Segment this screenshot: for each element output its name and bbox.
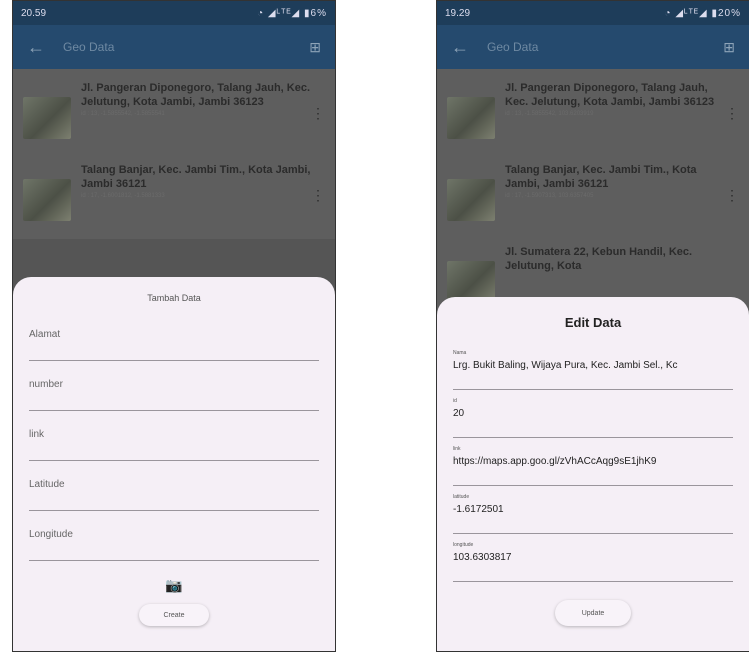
back-arrow-icon[interactable]: ←	[451, 37, 475, 58]
add-data-icon[interactable]: ⊞	[309, 39, 321, 56]
list-item-title: Jl. Pangeran Diponegoro, Talang Jauh, Ke…	[505, 82, 715, 108]
field-value: Lrg. Bukit Baling, Wijaya Pura, Kec. Jam…	[453, 360, 678, 371]
list-item-title: Talang Banjar, Kec. Jambi Tim., Kota Jam…	[81, 164, 311, 190]
list-item[interactable]: Talang Banjar, Kec. Jambi Tim., Kota Jam…	[13, 157, 335, 239]
list-item[interactable]: Jl. Pangeran Diponegoro, Talang Jauh, Ke…	[13, 75, 335, 157]
field-label: id	[453, 398, 457, 404]
app-bar: ← Geo Data ⊞	[13, 25, 335, 69]
back-arrow-icon[interactable]: ←	[27, 37, 51, 58]
list-item-title: Jl. Pangeran Diponegoro, Talang Jauh, Ke…	[81, 82, 311, 108]
more-vert-icon[interactable]: ⋮	[311, 187, 325, 204]
list-item-subtitle: id : 13, -1.5855542, 103.6203919	[505, 111, 594, 117]
add-data-icon[interactable]: ⊞	[723, 39, 735, 56]
edit-data-sheet: Edit Data Nama Lrg. Bukit Baling, Wijaya…	[437, 297, 749, 651]
app-bar-title: Geo Data	[487, 40, 539, 54]
status-time: 19.29	[445, 7, 471, 19]
more-vert-icon[interactable]: ⋮	[311, 105, 325, 122]
camera-icon[interactable]: 📷	[13, 577, 335, 594]
field-label: latitude	[453, 494, 470, 500]
field-value: https://maps.app.goo.gl/zVhACcAqg9sE1jhK…	[453, 456, 657, 467]
longitude-field[interactable]: Longitude	[29, 511, 319, 561]
list-item-title: Talang Banjar, Kec. Jambi Tim., Kota Jam…	[505, 164, 697, 190]
list-item[interactable]: Talang Banjar, Kec. Jambi Tim., Kota Jam…	[437, 157, 749, 239]
app-bar: ← Geo Data ⊞	[437, 25, 749, 69]
latitude-field[interactable]: Latitude	[29, 461, 319, 511]
link-field[interactable]: link	[29, 411, 319, 461]
status-bar: 20.59 ◔ ◢ᴸᵀᴱ◢ ▮6%	[13, 1, 335, 25]
location-thumbnail	[447, 179, 495, 221]
field-value: -1.6172501	[453, 504, 504, 515]
id-field[interactable]: id 20	[453, 390, 733, 438]
sheet-title: Edit Data	[564, 315, 622, 330]
location-list: Jl. Pangeran Diponegoro, Talang Jauh, Ke…	[437, 69, 749, 321]
add-data-sheet: Tambah Data Alamat number link Latitude …	[13, 277, 335, 651]
link-field[interactable]: link https://maps.app.goo.gl/zVhACcAqg9s…	[453, 438, 733, 486]
phone-screen-edit: 19.29 ◔ ◢ᴸᵀᴱ◢ ▮20% ← Geo Data ⊞ Jl. Pang…	[436, 0, 749, 652]
more-vert-icon[interactable]: ⋮	[725, 105, 739, 122]
field-value: 103.6303817	[453, 552, 512, 563]
field-label: longitude	[453, 542, 474, 548]
location-thumbnail	[447, 97, 495, 139]
status-time: 20.59	[21, 7, 47, 19]
field-label: link	[453, 446, 461, 452]
status-icons: ◔ ◢ᴸᵀᴱ◢ ▮20%	[664, 7, 741, 19]
nama-field[interactable]: Nama Lrg. Bukit Baling, Wijaya Pura, Kec…	[453, 342, 733, 390]
field-value: 20	[453, 408, 465, 419]
list-item-subtitle: id : 17, -1.5907313, 103.6357405	[505, 193, 594, 199]
status-icons: ◔ ◢ᴸᵀᴱ◢ ▮6%	[257, 7, 327, 19]
longitude-field[interactable]: longitude 103.6303817	[453, 534, 733, 582]
list-item-subtitle: id : 17, -1.6001812, -1.5881333	[81, 193, 165, 199]
latitude-field[interactable]: latitude -1.6172501	[453, 486, 733, 534]
field-label: Nama	[453, 350, 467, 356]
alamat-field[interactable]: Alamat	[29, 311, 319, 361]
list-item-title: Jl. Sumatera 22, Kebun Handil, Kec. Jelu…	[505, 246, 693, 272]
location-thumbnail	[23, 97, 71, 139]
list-item[interactable]: Jl. Pangeran Diponegoro, Talang Jauh, Ke…	[437, 75, 749, 157]
more-vert-icon[interactable]: ⋮	[725, 187, 739, 204]
number-field[interactable]: number	[29, 361, 319, 411]
list-item-subtitle: id : 13, -1.5855542, -1.5855541	[81, 111, 165, 117]
sheet-title: Tambah Data	[147, 293, 201, 303]
create-button[interactable]: Create	[139, 604, 209, 626]
update-button[interactable]: Update	[555, 600, 631, 626]
status-bar: 19.29 ◔ ◢ᴸᵀᴱ◢ ▮20%	[437, 1, 749, 25]
location-list: Jl. Pangeran Diponegoro, Talang Jauh, Ke…	[13, 69, 335, 239]
phone-screen-create: 20.59 ◔ ◢ᴸᵀᴱ◢ ▮6% ← Geo Data ⊞ Jl. Pange…	[12, 0, 336, 652]
app-bar-title: Geo Data	[63, 40, 115, 54]
location-thumbnail	[23, 179, 71, 221]
